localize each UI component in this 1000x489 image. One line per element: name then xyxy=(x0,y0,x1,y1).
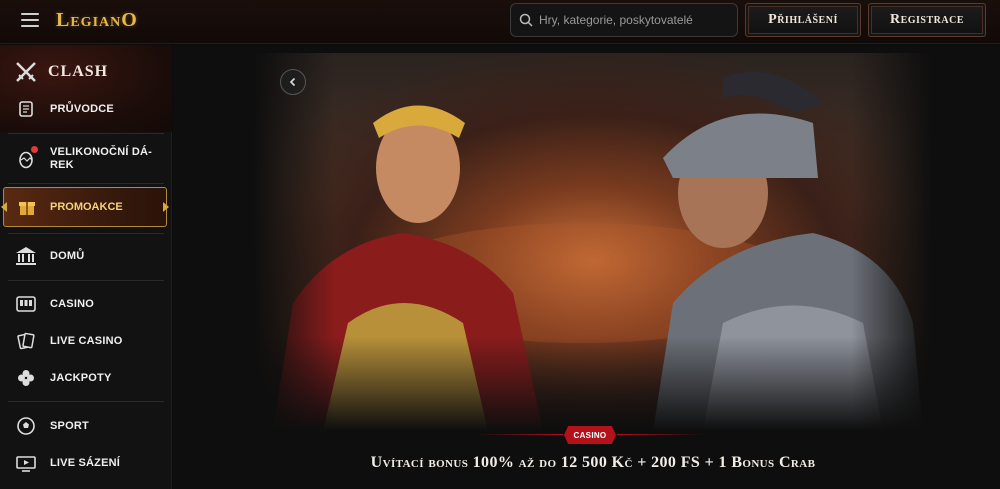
clash-label: CLASH xyxy=(48,63,109,80)
search-box[interactable] xyxy=(510,3,738,37)
scroll-icon xyxy=(15,98,37,120)
sidebar-item-label: PRŮVODCE xyxy=(50,102,114,115)
sidebar-item-promoakce[interactable]: PROMOAKCE xyxy=(3,187,167,227)
top-header: LegianO Přihlášení Registrace xyxy=(0,0,1000,44)
sidebar-item-label: SPORT xyxy=(50,419,89,432)
gift-icon xyxy=(16,196,38,218)
sidebar-item-label: CASINO xyxy=(50,297,94,310)
menu-hamburger-icon[interactable] xyxy=(21,13,39,27)
tag-decor-line xyxy=(473,434,563,435)
site-logo[interactable]: LegianO xyxy=(56,9,138,32)
sidebar-divider xyxy=(8,133,164,134)
tag-decor-line xyxy=(617,434,707,435)
sidebar-item-sport[interactable]: SPORT xyxy=(0,408,172,444)
search-input[interactable] xyxy=(539,13,729,27)
sidebar: CLASH PRŮVODCE VELIKONOČNÍ DÁ- REK PROMO… xyxy=(0,45,172,489)
sidebar-item-live-casino[interactable]: LIVE CASINO xyxy=(0,323,172,359)
sidebar-item-label: PROMOAKCE xyxy=(50,201,123,213)
ball-icon xyxy=(15,415,37,437)
promo-banner-image[interactable] xyxy=(253,53,933,431)
notification-badge xyxy=(31,146,38,153)
slot-icon xyxy=(15,293,37,315)
category-tag: CASINO xyxy=(564,426,616,444)
banner-headline[interactable]: Uvítací bonus 100% až do 12 500 Kč + 200… xyxy=(253,454,933,472)
sidebar-item-label: LIVE CASINO xyxy=(50,334,123,347)
chevron-left-icon xyxy=(289,77,296,87)
main-content: CASINO Uvítací bonus 100% až do 12 500 K… xyxy=(173,45,1000,489)
register-button[interactable]: Registrace xyxy=(868,3,986,37)
sidebar-item-pruvodce[interactable]: PRŮVODCE xyxy=(0,91,172,127)
sidebar-item-domu[interactable]: DOMŮ xyxy=(0,238,172,274)
sidebar-divider xyxy=(8,401,164,402)
temple-icon xyxy=(15,245,37,267)
sidebar-item-clash[interactable]: CLASH xyxy=(14,60,108,84)
sidebar-item-casino[interactable]: CASINO xyxy=(0,286,172,322)
sidebar-item-label: DOMŮ xyxy=(50,249,85,262)
sidebar-item-label: VELIKONOČNÍ DÁ- REK xyxy=(50,146,152,171)
sidebar-item-label: JACKPOTY xyxy=(50,371,112,384)
carousel-prev-button[interactable] xyxy=(280,69,306,95)
login-button[interactable]: Přihlášení xyxy=(745,3,861,37)
sidebar-divider xyxy=(8,183,164,184)
clover-icon xyxy=(15,367,37,389)
sidebar-item-label: LIVE SÁZENÍ xyxy=(50,456,121,469)
live-icon xyxy=(15,452,37,474)
search-icon xyxy=(519,13,533,27)
sidebar-divider xyxy=(8,280,164,281)
crossed-swords-icon xyxy=(16,62,36,82)
cards-icon xyxy=(15,330,37,352)
sidebar-item-live-sazeni[interactable]: LIVE SÁZENÍ xyxy=(0,445,172,481)
sidebar-item-jackpoty[interactable]: JACKPOTY xyxy=(0,360,172,396)
sidebar-item-velikonocni-darek[interactable]: VELIKONOČNÍ DÁ- REK xyxy=(0,140,172,178)
banner-fade-overlay xyxy=(253,53,933,431)
sidebar-divider xyxy=(8,233,164,234)
